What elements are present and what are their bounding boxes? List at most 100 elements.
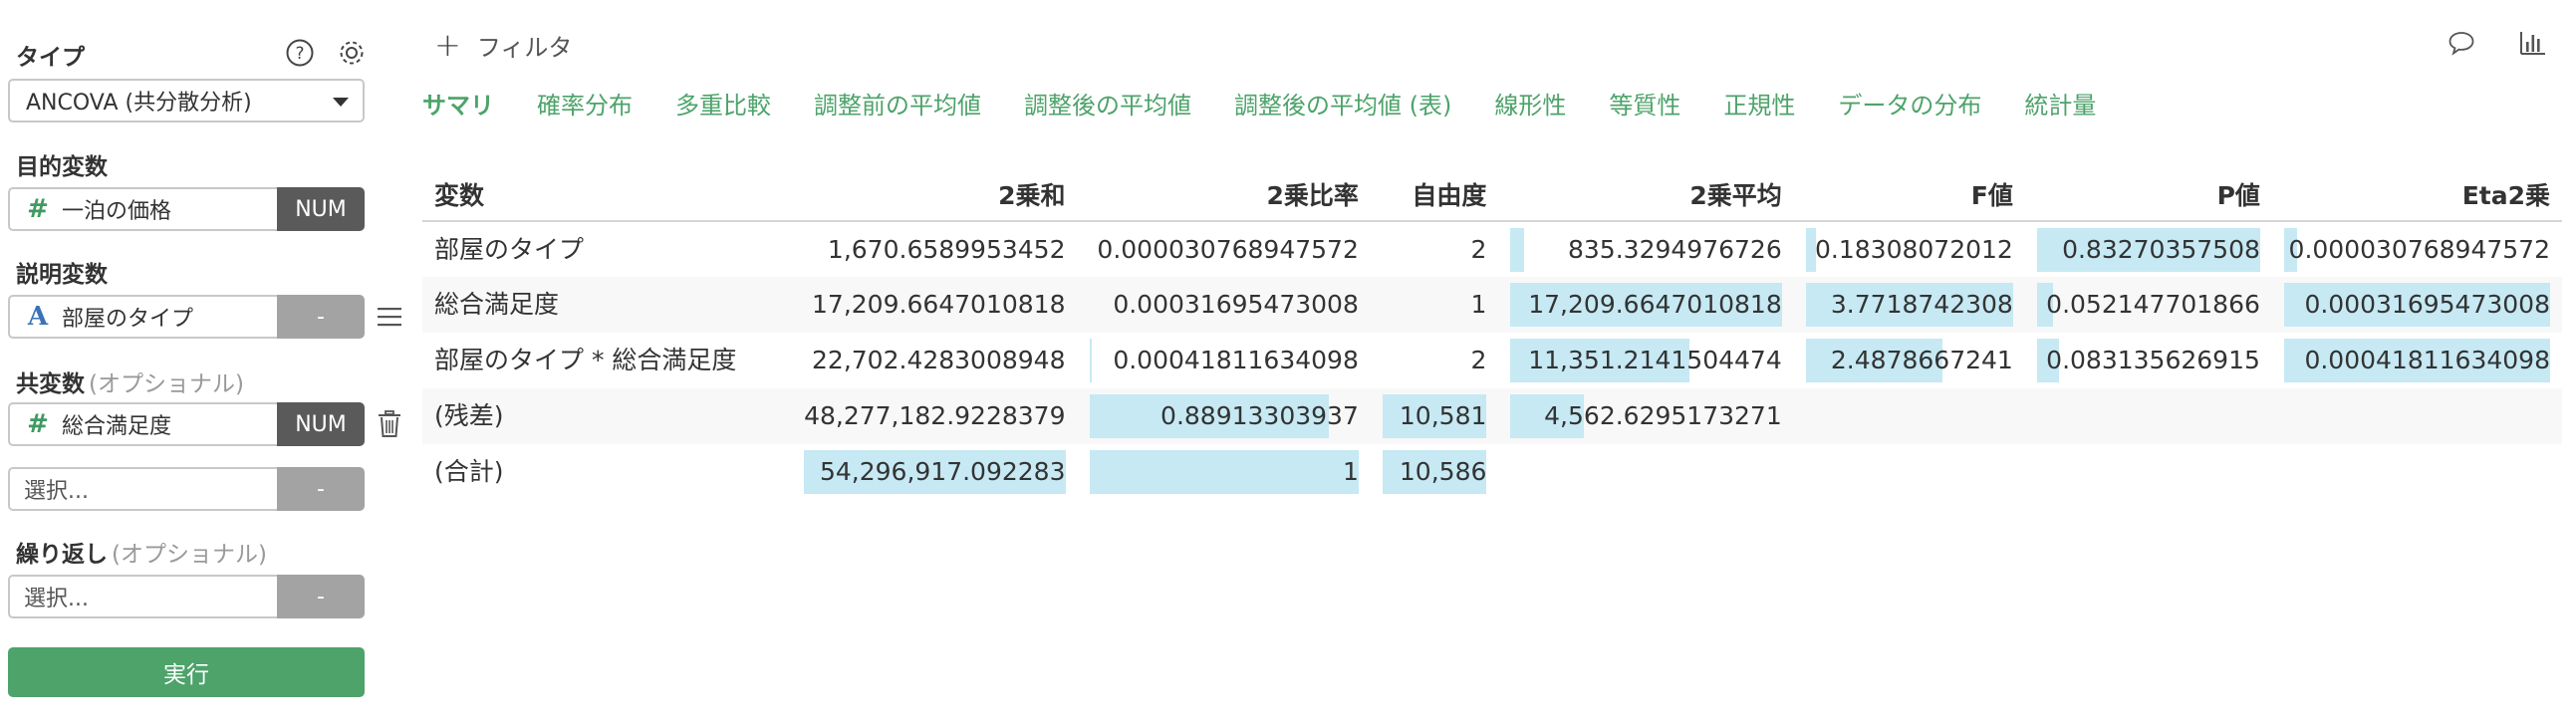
target-field[interactable]: # 一泊の価格 NUM: [8, 187, 365, 231]
explanatory-label: 説明変数: [16, 262, 108, 288]
cell-value: 835.3294976726: [1568, 234, 1782, 264]
column-header[interactable]: F値: [1793, 167, 2025, 222]
table-cell: 0.00031695473008: [1077, 277, 1371, 333]
cell-content: 10,581: [1382, 394, 1487, 438]
plus-icon: +: [434, 26, 461, 64]
column-header[interactable]: 変数: [422, 167, 793, 222]
cell-value: 1: [1342, 457, 1359, 486]
cell-content: 17,209.6647010818: [1510, 283, 1782, 327]
tab-linearity[interactable]: 線形性: [1494, 86, 1566, 121]
tab-summary[interactable]: サマリ: [422, 86, 494, 121]
cell-value: 2.4878667241: [1830, 346, 2013, 374]
repeat-select-name[interactable]: 選択...: [8, 575, 277, 618]
chart-icon[interactable]: [2516, 26, 2550, 60]
explanatory-column-name: 部屋のタイプ: [62, 307, 194, 332]
tab-normality[interactable]: 正規性: [1723, 86, 1795, 121]
cell-content: (合計): [434, 450, 780, 494]
cell-content: 54,296,917.092283: [804, 450, 1066, 494]
cell-content: [1510, 450, 1781, 494]
explanatory-field-name[interactable]: A 部屋のタイプ: [8, 295, 277, 339]
tab-probability-distribution[interactable]: 確率分布: [537, 86, 633, 121]
tab-multiple-comparison[interactable]: 多重比較: [675, 86, 771, 121]
cell-value: 2: [1470, 346, 1487, 374]
menu-icon[interactable]: [375, 302, 404, 332]
tab-data-distribution[interactable]: データの分布: [1838, 86, 1981, 121]
type-label: タイプ: [16, 45, 85, 71]
tab-unadjusted-means[interactable]: 調整前の平均値: [814, 86, 981, 121]
column-header[interactable]: 2乗比率: [1077, 167, 1371, 222]
repeat-select[interactable]: 選択... -: [8, 575, 365, 618]
explanatory-field[interactable]: A 部屋のタイプ -: [8, 295, 365, 339]
trash-icon[interactable]: [375, 409, 404, 439]
repeat-select-badge[interactable]: -: [277, 575, 365, 618]
cell-value: 54,296,917.092283: [819, 457, 1066, 486]
cell-content: 1: [1383, 283, 1486, 327]
cell-value: 10,581: [1399, 401, 1487, 430]
cell-value: 0.00031695473008: [1113, 290, 1359, 319]
tab-adjusted-means-table[interactable]: 調整後の平均値 (表): [1234, 86, 1451, 121]
covariate-type-badge[interactable]: NUM: [277, 402, 365, 446]
svg-text:?: ?: [295, 44, 304, 64]
cell-content: 0.00031695473008: [2283, 283, 2550, 327]
cell-content: 0.00031695473008: [1090, 283, 1359, 327]
table-cell: (残差): [422, 388, 793, 444]
type-select[interactable]: ANCOVA (共分散分析): [8, 79, 365, 122]
table-row: 総合満足度 17,209.6647010818 0.00031695473008 1 1…: [422, 277, 2562, 333]
gear-icon[interactable]: [335, 36, 369, 70]
table-cell: 0.000030768947572: [2272, 221, 2562, 277]
cell-value: 部屋のタイプ * 総合満足度: [434, 346, 737, 374]
cell-value: 0.00041811634098: [2304, 346, 2550, 374]
tab-adjusted-means[interactable]: 調整後の平均値: [1024, 86, 1191, 121]
numeric-icon: #: [27, 409, 49, 439]
cell-content: 0.00041811634098: [1089, 339, 1359, 382]
covariate-field[interactable]: # 総合満足度 NUM: [8, 402, 365, 446]
explanatory-type-badge[interactable]: -: [277, 295, 365, 339]
target-field-name[interactable]: # 一泊の価格: [8, 187, 277, 231]
column-header[interactable]: 2乗平均: [1498, 167, 1794, 222]
tab-statistics[interactable]: 統計量: [2024, 86, 2096, 121]
type-icons: ?: [283, 36, 369, 70]
covariate-select[interactable]: 選択... -: [8, 467, 365, 511]
covariate-field-name[interactable]: # 総合満足度: [8, 402, 277, 446]
table-cell: 48,277,182.9228379: [792, 388, 1078, 444]
tab-bar: サマリ 確率分布 多重比較 調整前の平均値 調整後の平均値 調整後の平均値 (表…: [422, 86, 2139, 121]
covariate-optional: (オプショナル): [89, 371, 244, 397]
covariate-select-badge[interactable]: -: [277, 467, 365, 511]
table-cell: [2024, 388, 2272, 444]
cell-content: 10,586: [1382, 450, 1487, 494]
cell-content: 0.83270357508: [2036, 227, 2260, 272]
cell-content: [1806, 394, 2013, 438]
column-header[interactable]: 2乗和: [792, 167, 1078, 222]
repeat-label: 繰り返し (オプショナル): [16, 535, 267, 569]
filter-button[interactable]: + フィルタ: [434, 26, 572, 64]
column-header[interactable]: Eta2乗: [2271, 167, 2562, 222]
table-cell: 0.00041811634098: [1078, 333, 1371, 388]
cell-value: 0.052147701866: [2046, 290, 2260, 319]
cell-content: 0.000030768947572: [1090, 228, 1358, 272]
table-row: (合計) 54,296,917.092283 1 10,586: [422, 444, 2562, 500]
table-cell: 0.083135626915: [2025, 333, 2272, 388]
cell-content: 部屋のタイプ * 総合満足度: [434, 339, 780, 382]
tab-homogeneity[interactable]: 等質性: [1609, 86, 1680, 121]
table-row: (残差) 48,277,182.9228379 0.88913303937 10,58…: [422, 388, 2562, 444]
cell-content: 1: [1089, 450, 1359, 494]
help-icon[interactable]: ?: [283, 36, 317, 70]
target-type-badge[interactable]: NUM: [277, 187, 365, 231]
table-cell: 1,670.6589953452: [792, 221, 1077, 277]
column-header[interactable]: 自由度: [1370, 167, 1499, 222]
table-row: 部屋のタイプ 1,670.6589953452 0.000030768947572 2…: [422, 221, 2562, 277]
cell-content: 17,209.6647010818: [804, 283, 1065, 327]
cell-value: 0.00041811634098: [1113, 346, 1359, 374]
comment-icon[interactable]: [2445, 26, 2478, 60]
covariate-select-name[interactable]: 選択...: [8, 467, 277, 511]
cell-value: 17,209.6647010818: [812, 290, 1066, 319]
cell-value: 2: [1470, 234, 1487, 264]
run-button[interactable]: 実行: [8, 647, 365, 697]
table-cell: 0.00031695473008: [2271, 277, 2562, 333]
filter-label: フィルタ: [476, 33, 573, 62]
repeat-select-placeholder: 選択...: [24, 587, 89, 611]
cell-value: 総合満足度: [434, 290, 560, 319]
table-cell: 0.88913303937: [1077, 388, 1371, 444]
cell-content: 4,562.6295173271: [1510, 394, 1782, 438]
column-header[interactable]: P値: [2024, 167, 2272, 222]
